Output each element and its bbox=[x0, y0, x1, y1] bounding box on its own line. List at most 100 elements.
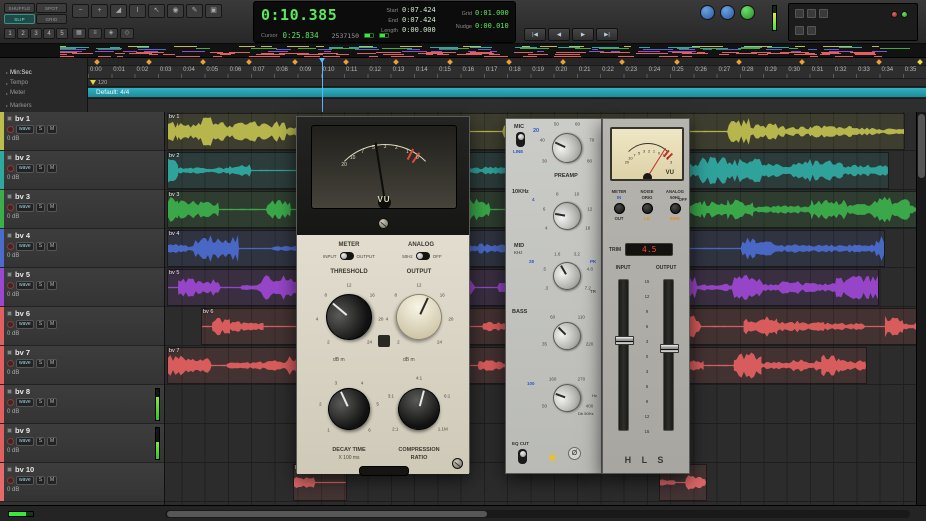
memory-location-marker[interactable] bbox=[506, 59, 512, 65]
track-view-selector[interactable]: wave bbox=[16, 242, 34, 251]
record-enable-button[interactable] bbox=[7, 126, 14, 133]
edit-mode-spot[interactable]: SPOT bbox=[36, 3, 67, 13]
track-header-bv-7[interactable]: bv 7waveSM0 dB bbox=[0, 346, 164, 385]
mute-button[interactable]: M bbox=[47, 437, 57, 446]
forward-button[interactable]: ▶ bbox=[572, 28, 594, 41]
track-header-bv-8[interactable]: bv 8waveSM0 dB bbox=[0, 385, 164, 424]
memory-location-marker[interactable] bbox=[877, 59, 883, 65]
zoom-preset-1[interactable]: 1 bbox=[4, 28, 16, 39]
preamp-knob[interactable]: 304050607080 bbox=[544, 125, 590, 171]
ruler-label-minsec[interactable]: ▸Min:Sec bbox=[0, 66, 87, 79]
edit-mode-shuffle[interactable]: SHUFFLE bbox=[4, 3, 35, 13]
timeline-selection-bar[interactable]: Default: 4/4 bbox=[88, 88, 926, 97]
volume-readout[interactable]: 0 dB bbox=[7, 447, 150, 456]
mute-button[interactable]: M bbox=[47, 242, 57, 251]
link-timeline-icon[interactable]: ▦ bbox=[72, 28, 86, 39]
record-enable-button[interactable] bbox=[7, 165, 14, 172]
vertical-scroll-thumb[interactable] bbox=[918, 114, 925, 178]
solo-button[interactable]: S bbox=[36, 203, 45, 212]
track-header-bv-2[interactable]: bv 2waveSM0 dB bbox=[0, 151, 164, 190]
rewind-button[interactable]: ◀ bbox=[548, 28, 570, 41]
threshold-knob[interactable]: 24812162024 bbox=[311, 279, 387, 355]
record-enable-button[interactable] bbox=[7, 243, 14, 250]
memory-location-marker[interactable] bbox=[393, 59, 399, 65]
track-name[interactable]: bv 3 bbox=[15, 192, 30, 201]
zoom-preset-5[interactable]: 5 bbox=[56, 28, 68, 39]
solo-button[interactable]: S bbox=[36, 398, 45, 407]
markers-dot-row[interactable] bbox=[88, 58, 926, 66]
track-name[interactable]: bv 2 bbox=[15, 153, 30, 162]
mute-button[interactable]: M bbox=[47, 203, 57, 212]
tempo-ruler[interactable]: 120 bbox=[88, 79, 926, 87]
compression-ratio-knob[interactable]: 2:13:14:16:11.1M bbox=[383, 373, 455, 445]
solo-button[interactable]: S bbox=[36, 476, 45, 485]
record-enable-button[interactable] bbox=[7, 438, 14, 445]
track-view-selector[interactable]: wave bbox=[16, 125, 34, 134]
volume-readout[interactable]: 0 dB bbox=[7, 486, 150, 495]
volume-readout[interactable]: 0 dB bbox=[7, 135, 150, 144]
fader-cap[interactable] bbox=[615, 336, 634, 345]
start-value[interactable]: 0:07.424 bbox=[402, 6, 436, 14]
mouse-scroll-icon[interactable] bbox=[700, 5, 715, 20]
insertion-follows-icon[interactable]: ◈ bbox=[104, 28, 118, 39]
vertical-scrollbar[interactable] bbox=[916, 112, 926, 505]
main-counter[interactable]: 0:10.385 bbox=[261, 6, 337, 24]
ruler-label-meter[interactable]: ▸Meter bbox=[0, 87, 87, 99]
track-name[interactable]: bv 8 bbox=[15, 387, 30, 396]
meter-ruler[interactable]: Default: 4/4 bbox=[88, 87, 926, 99]
memory-location-marker[interactable] bbox=[917, 59, 923, 65]
solo-button[interactable]: S bbox=[36, 281, 45, 290]
memory-location-marker[interactable] bbox=[94, 59, 100, 65]
bass-knob[interactable]: 3560110220 bbox=[546, 315, 588, 357]
mute-button[interactable]: M bbox=[47, 476, 57, 485]
nudge-value[interactable]: 0:00.010 bbox=[475, 22, 509, 30]
horizontal-scroll-thumb[interactable] bbox=[167, 511, 487, 517]
session-setup-icon[interactable] bbox=[795, 9, 804, 18]
edit-mode-slip[interactable]: SLIP bbox=[4, 14, 35, 24]
memory-location-marker[interactable] bbox=[737, 59, 743, 65]
track-header-bv-4[interactable]: bv 4waveSM0 dB bbox=[0, 229, 164, 268]
end-value[interactable]: 0:07.424 bbox=[402, 16, 436, 24]
solo-button[interactable]: S bbox=[36, 164, 45, 173]
track-view-selector[interactable]: wave bbox=[16, 359, 34, 368]
memory-location-marker[interactable] bbox=[561, 59, 567, 65]
mute-button[interactable]: M bbox=[47, 125, 57, 134]
track-view-selector[interactable]: wave bbox=[16, 398, 34, 407]
ruler-label-markers[interactable]: ▸Markers bbox=[0, 99, 87, 112]
link-track-icon[interactable]: ≡ bbox=[88, 28, 102, 39]
grabber-tool-button[interactable]: ↖ bbox=[148, 4, 165, 18]
record-enable-button[interactable] bbox=[7, 399, 14, 406]
track-view-selector[interactable]: wave bbox=[16, 476, 34, 485]
workspace-icon[interactable] bbox=[819, 9, 828, 18]
track-name[interactable]: bv 4 bbox=[15, 231, 30, 240]
online-icon[interactable] bbox=[740, 5, 755, 20]
solo-button[interactable]: S bbox=[36, 359, 45, 368]
mid-freq-knob[interactable]: .3.51.63.24.87.2 bbox=[546, 255, 588, 297]
track-header-bv-6[interactable]: bv 6waveSM0 dB bbox=[0, 307, 164, 346]
track-view-selector[interactable]: wave bbox=[16, 320, 34, 329]
noise-switch[interactable] bbox=[642, 203, 653, 214]
record-enable-button[interactable] bbox=[7, 204, 14, 211]
track-header-bv-10[interactable]: bv 10waveSM0 dB bbox=[0, 463, 164, 502]
memory-location-marker[interactable] bbox=[146, 59, 152, 65]
grid-value[interactable]: 0:01.000 bbox=[475, 9, 509, 17]
output-knob[interactable]: 24812162024 bbox=[381, 279, 457, 355]
track-name[interactable]: bv 7 bbox=[15, 348, 30, 357]
volume-readout[interactable]: 0 dB bbox=[7, 213, 150, 222]
track-header-bv-1[interactable]: bv 1waveSM0 dB bbox=[0, 112, 164, 151]
midi-merge-icon[interactable] bbox=[795, 26, 804, 35]
track-header-bv-9[interactable]: bv 9waveSM0 dB bbox=[0, 424, 164, 463]
track-header-bv-3[interactable]: bv 3waveSM0 dB bbox=[0, 190, 164, 229]
mute-button[interactable]: M bbox=[47, 281, 57, 290]
length-value[interactable]: 0:00.000 bbox=[402, 26, 436, 34]
playhead[interactable] bbox=[322, 58, 323, 112]
edit-mode-grid[interactable]: GRID bbox=[36, 14, 67, 24]
window-config-icon[interactable] bbox=[807, 9, 816, 18]
solo-button[interactable]: S bbox=[36, 320, 45, 329]
zoom-out-button[interactable]: − bbox=[72, 4, 89, 18]
zoom-preset-2[interactable]: 2 bbox=[17, 28, 29, 39]
pencil-tool-button[interactable]: ✎ bbox=[186, 4, 203, 18]
decay-time-knob[interactable]: 123456 bbox=[313, 373, 385, 445]
memory-location-marker[interactable] bbox=[619, 59, 625, 65]
volume-readout[interactable]: 0 dB bbox=[7, 408, 150, 417]
